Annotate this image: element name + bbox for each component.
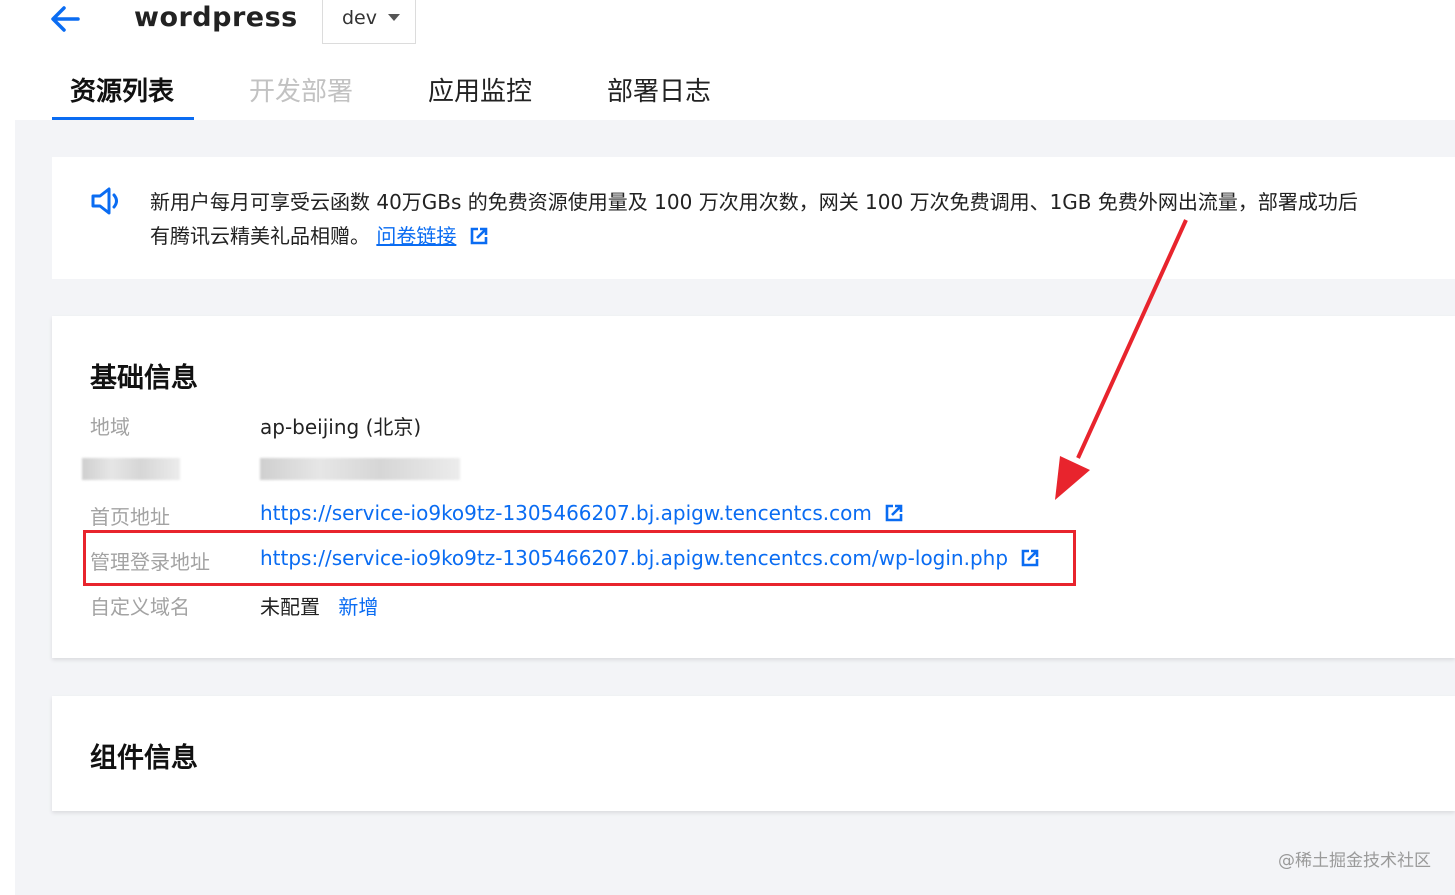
basic-info-card: 基础信息 地域 ap-beijing (北京) 首页地址 https://ser…	[52, 316, 1455, 658]
annotation-arrow	[1055, 219, 1188, 500]
component-info-card: 组件信息	[52, 696, 1455, 811]
custom-domain-row: 未配置 新增	[260, 591, 378, 620]
homepage-row: https://service-io9ko9tz-1305466207.bj.a…	[260, 501, 904, 525]
back-arrow-icon[interactable]	[48, 2, 84, 36]
watermark: @稀土掘金技术社区	[1278, 851, 1431, 871]
survey-link[interactable]: 问卷链接	[376, 224, 456, 248]
env-select[interactable]: dev	[322, 0, 416, 44]
notice-text-line2: 有腾讯云精美礼品相赠。 问卷链接	[150, 220, 489, 249]
add-domain-link[interactable]: 新增	[338, 595, 378, 619]
tab-resource-list[interactable]: 资源列表	[70, 74, 174, 110]
component-info-title: 组件信息	[90, 743, 198, 774]
redacted-value	[260, 458, 460, 480]
tab-dev-deploy[interactable]: 开发部署	[249, 74, 353, 110]
notice-text-line1: 新用户每月可享受云函数 40万GBs 的免费资源使用量及 100 万次用次数，网…	[150, 190, 1358, 214]
homepage-label: 首页地址	[90, 505, 170, 529]
app-title: wordpress	[134, 2, 298, 33]
notice-banner: 新用户每月可享受云函数 40万GBs 的免费资源使用量及 100 万次用次数，网…	[52, 157, 1455, 279]
custom-domain-value: 未配置	[260, 595, 320, 619]
homepage-link[interactable]: https://service-io9ko9tz-1305466207.bj.a…	[260, 501, 872, 525]
redacted-label	[82, 458, 180, 480]
tab-deploy-log[interactable]: 部署日志	[607, 74, 711, 110]
external-link-icon[interactable]	[884, 503, 904, 523]
tab-app-monitor[interactable]: 应用监控	[428, 74, 532, 110]
header: wordpress dev 资源列表 开发部署 应用监控 部署日志	[0, 0, 1455, 120]
caret-down-icon	[388, 14, 400, 21]
notice-text-line2-prefix: 有腾讯云精美礼品相赠。	[150, 224, 370, 248]
env-select-value: dev	[342, 7, 377, 29]
region-value: ap-beijing (北京)	[260, 415, 422, 439]
region-label: 地域	[90, 415, 130, 439]
active-tab-indicator	[52, 117, 194, 120]
custom-domain-label: 自定义域名	[90, 595, 190, 619]
speaker-icon	[91, 187, 118, 215]
external-link-icon[interactable]	[469, 226, 489, 246]
highlight-box	[83, 530, 1076, 586]
basic-info-title: 基础信息	[90, 363, 198, 394]
